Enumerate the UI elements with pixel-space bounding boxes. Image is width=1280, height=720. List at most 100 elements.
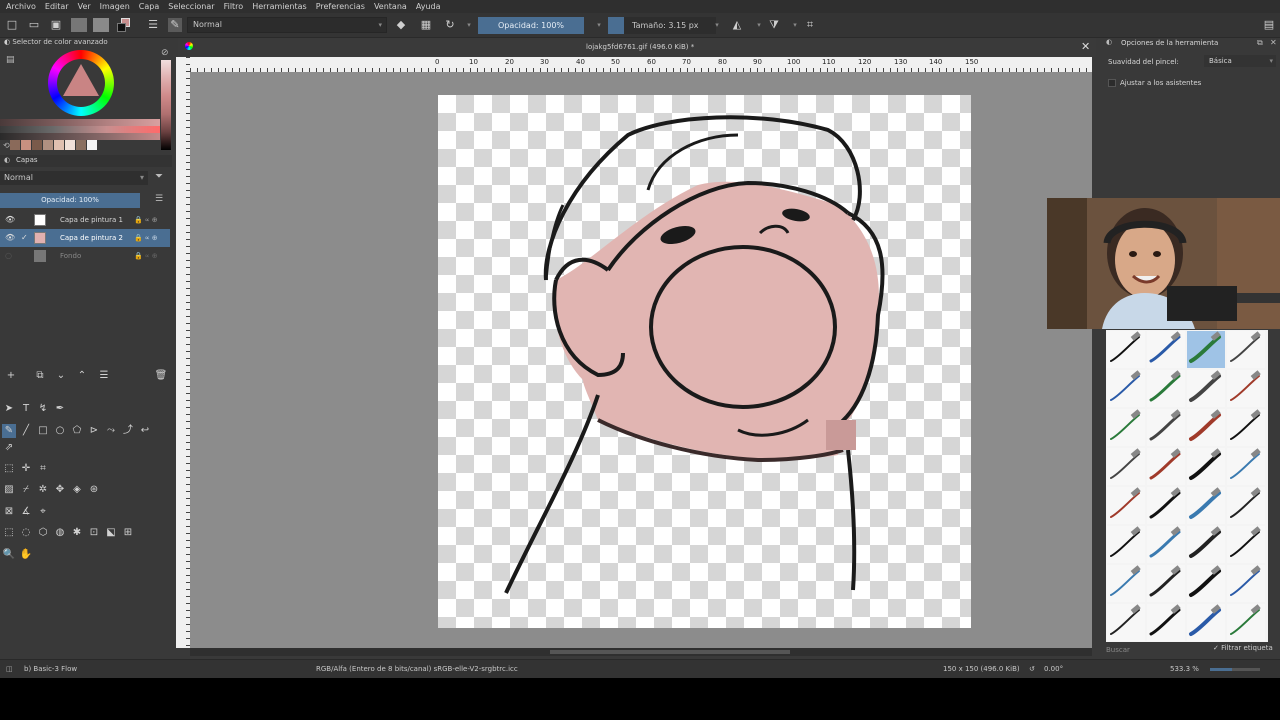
menu-editar[interactable]: Editar xyxy=(45,2,69,11)
recent-color-swatch[interactable] xyxy=(54,140,64,150)
pan-tool-icon[interactable]: ✋ xyxy=(19,548,33,562)
freehand-brush-icon[interactable]: ✎ xyxy=(2,424,16,438)
select-shapes-icon[interactable]: ➤ xyxy=(2,402,16,416)
gradient-tool-icon[interactable]: ▨ xyxy=(2,483,16,497)
brush-preset-thumbnail[interactable] xyxy=(1187,604,1225,641)
brush-preset-thumbnail[interactable] xyxy=(1147,565,1185,602)
brush-preset-thumbnail[interactable] xyxy=(1147,370,1185,407)
brush-preset-thumbnail[interactable] xyxy=(1147,526,1185,563)
layer-blend-mode-select[interactable]: Normal ▾ xyxy=(0,171,148,185)
chevron-down-icon[interactable]: ▾ xyxy=(752,18,766,32)
menu-ventana[interactable]: Ventana xyxy=(374,2,407,11)
open-folder-icon[interactable]: ▭ xyxy=(27,18,41,32)
brush-preset-thumbnail[interactable] xyxy=(1147,448,1185,485)
menu-ayuda[interactable]: Ayuda xyxy=(416,2,441,11)
brush-preset-thumbnail[interactable] xyxy=(1227,565,1265,602)
layer-lock-icons[interactable]: 🔒∝⊕ xyxy=(134,247,160,265)
float-dock-icon[interactable]: ⧉ xyxy=(1257,38,1263,48)
opacity-slider[interactable]: Opacidad: 100% xyxy=(478,17,584,34)
brush-preset-thumbnail[interactable] xyxy=(1147,409,1185,446)
freehand-path-icon[interactable]: ⤴ xyxy=(121,424,135,438)
fill-tool-icon[interactable]: ◈ xyxy=(70,483,84,497)
blend-mode-select[interactable]: Normal ▾ xyxy=(187,17,387,33)
brush-preset-thumbnail[interactable] xyxy=(1187,448,1225,485)
size-slider[interactable]: Tamaño: 3.15 px xyxy=(608,17,716,34)
dynamic-brush-icon[interactable]: ↩ xyxy=(138,424,152,438)
brush-preset-thumbnail[interactable] xyxy=(1227,604,1265,641)
clear-icon[interactable]: ⊘ xyxy=(161,48,169,58)
chevron-down-icon[interactable]: ▾ xyxy=(710,18,724,32)
fill-pattern-icon[interactable] xyxy=(93,18,109,32)
brush-preset-icon[interactable]: ✎ xyxy=(168,18,182,32)
new-document-icon[interactable]: □ xyxy=(5,18,19,32)
background-color-swatch[interactable] xyxy=(117,23,126,32)
brush-preset-thumbnail[interactable] xyxy=(1147,331,1185,368)
brush-preset-thumbnail[interactable] xyxy=(1227,487,1265,524)
brush-preset-thumbnail[interactable] xyxy=(1227,331,1265,368)
measure-tool-icon[interactable]: ∡ xyxy=(19,505,33,519)
eye-icon[interactable]: 👁 xyxy=(5,229,15,247)
brush-search-input[interactable]: Buscar xyxy=(1106,644,1206,656)
polygon-select-icon[interactable]: ⬡ xyxy=(36,526,50,540)
recent-color-swatch[interactable] xyxy=(21,140,31,150)
horizontal-scrollbar[interactable] xyxy=(190,648,1092,656)
brush-preset-thumbnail[interactable] xyxy=(1107,526,1145,563)
move-tool-icon[interactable]: ✛ xyxy=(19,462,33,476)
hamburger-menu-icon[interactable]: ☰ xyxy=(146,18,160,32)
layer-row-selected[interactable]: 👁 ✓ Capa de pintura 2 🔒∝⊕ xyxy=(0,229,170,247)
reference-tool-icon[interactable]: ⌖ xyxy=(36,505,50,519)
assistant-tool-icon[interactable]: ⊠ xyxy=(2,505,16,519)
workspace-icon[interactable]: ▤ xyxy=(1262,18,1276,32)
dock-float-icon[interactable]: ◐ xyxy=(4,38,10,46)
menu-herramientas[interactable]: Herramientas xyxy=(252,2,307,11)
rotate-icon[interactable]: ↺ xyxy=(1029,665,1035,673)
recent-color-swatch[interactable] xyxy=(65,140,75,150)
text-tool-icon[interactable]: T xyxy=(19,402,33,416)
layer-opacity-slider[interactable]: Opacidad: 100% xyxy=(0,193,140,208)
brush-preset-thumbnail[interactable] xyxy=(1187,526,1225,563)
menu-capa[interactable]: Capa xyxy=(139,2,159,11)
smart-patch-icon[interactable]: ✲ xyxy=(36,483,50,497)
color-picker-icon[interactable]: ⌿ xyxy=(19,483,33,497)
brush-preset-thumbnail[interactable] xyxy=(1187,409,1225,446)
bezier-select-icon[interactable]: ⬕ xyxy=(104,526,118,540)
delete-layer-icon[interactable]: 🗑 xyxy=(154,369,168,383)
transform-tool-icon[interactable]: ⬚ xyxy=(2,462,16,476)
line-tool-icon[interactable]: ╱ xyxy=(19,424,33,438)
layer-lock-icons[interactable]: 🔒∝⊕ xyxy=(134,211,160,229)
recent-color-swatch[interactable] xyxy=(76,140,86,150)
recent-color-swatch[interactable] xyxy=(10,140,20,150)
brush-preset-thumbnail[interactable] xyxy=(1187,370,1225,407)
recent-color-swatch[interactable] xyxy=(87,140,97,150)
edit-shapes-icon[interactable]: ↯ xyxy=(36,402,50,416)
brush-preset-thumbnail[interactable] xyxy=(1147,487,1185,524)
eraser-icon[interactable]: ◆ xyxy=(394,18,408,32)
color-triangle[interactable] xyxy=(63,64,99,96)
value-strip[interactable] xyxy=(161,60,171,150)
wrap-around-icon[interactable]: ⌗ xyxy=(803,18,817,32)
rect-select-icon[interactable]: ⬚ xyxy=(2,526,16,540)
brush-preset-thumbnail[interactable] xyxy=(1107,331,1145,368)
ellipse-select-icon[interactable]: ◌ xyxy=(19,526,33,540)
rectangle-tool-icon[interactable]: □ xyxy=(36,424,50,438)
mirror-horizontal-icon[interactable]: ◭ xyxy=(730,18,744,32)
layer-lock-icons[interactable]: 🔒∝⊕ xyxy=(134,229,160,247)
brush-preset-thumbnail[interactable] xyxy=(1107,565,1145,602)
alpha-lock-icon[interactable]: ▦ xyxy=(419,18,433,32)
reload-icon[interactable]: ↻ xyxy=(443,18,457,32)
color-swap-icon[interactable] xyxy=(117,18,131,32)
menu-preferencias[interactable]: Preferencias xyxy=(316,2,365,11)
zoom-slider[interactable] xyxy=(1210,668,1260,671)
brush-preset-thumbnail[interactable] xyxy=(1187,487,1225,524)
chevron-down-icon[interactable]: ▾ xyxy=(592,18,606,32)
brush-preset-thumbnail[interactable] xyxy=(1147,604,1185,641)
menu-seleccionar[interactable]: Seleccionar xyxy=(168,2,214,11)
fill-gradient-icon[interactable] xyxy=(71,18,87,32)
filter-icon[interactable]: ⏷ xyxy=(155,171,163,182)
colorize-mask-icon[interactable]: ✥ xyxy=(53,483,67,497)
crop-tool-icon[interactable]: ⌗ xyxy=(36,462,50,476)
close-icon[interactable]: ✕ xyxy=(1081,40,1090,53)
eye-icon[interactable]: 👁 xyxy=(5,211,15,229)
eye-closed-icon[interactable]: ○ xyxy=(5,247,12,265)
bezier-tool-icon[interactable]: ⤳ xyxy=(104,424,118,438)
